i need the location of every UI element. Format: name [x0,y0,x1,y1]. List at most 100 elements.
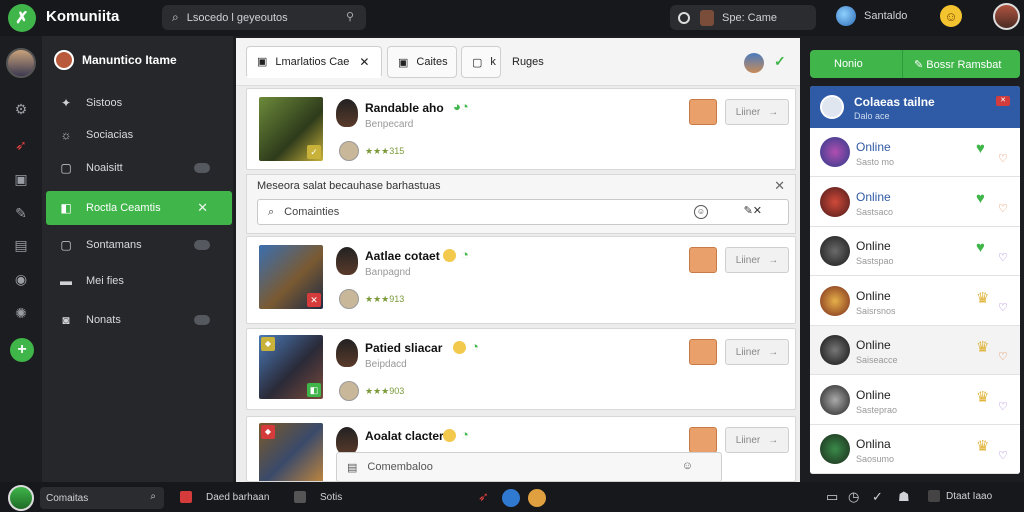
toggle-switch[interactable] [194,240,210,250]
close-icon[interactable]: ✕ [359,55,369,69]
heart-icon[interactable]: ♥ [976,239,985,256]
tab-avatar[interactable] [744,53,764,73]
target-icon[interactable]: ➶ [12,136,30,154]
badge-icon[interactable]: ◉ [12,270,30,288]
sidebar-item-roctla[interactable]: ◧ Roctla Ceamtis ✕ [46,191,232,225]
gear-icon[interactable]: ✺ [12,304,30,322]
add-tab-icon[interactable]: ✓ [774,53,786,70]
add-icon[interactable]: + [10,338,34,362]
trophy-icon[interactable]: ♛ [976,437,989,455]
sidebar-item-sontamans[interactable]: ▢ Sontamans [46,228,232,262]
message-icon[interactable]: ▭ [826,489,838,505]
bottom-avatar[interactable] [8,485,34,511]
action-button[interactable]: Liiner → [725,427,789,453]
preview-thumbnail[interactable] [689,339,717,365]
global-search-input[interactable]: ⌕ Lsocedo l geyeoutos ⚲ [162,5,366,30]
post-thumbnail[interactable]: ✕ [259,245,323,309]
heart-icon[interactable]: ♡ [998,251,1008,264]
post-card[interactable]: ◆ ◧ Patied sliacar ◔ Beipdacd ★★★903 Lii… [246,328,796,410]
user-avatar[interactable] [993,3,1020,30]
toggle-switch[interactable] [194,163,210,173]
toggle-switch[interactable] [194,315,210,325]
heart-icon[interactable]: ♡ [998,449,1008,462]
app-logo-icon[interactable]: ✗ [8,4,36,32]
post-title[interactable]: Randable aho [365,101,444,115]
tab-ruges[interactable]: Ruges [512,56,544,68]
comment-input[interactable]: ▤ Comembaloo ☺ [336,452,722,482]
preview-thumbnail[interactable] [689,99,717,125]
heart-icon[interactable]: ♡ [998,350,1008,363]
tab-k[interactable]: ▢ k [461,46,501,78]
post-title[interactable]: Patied sliacar [365,341,442,355]
bottom-search-input[interactable]: Comaitas ⌕ [40,487,164,509]
friend-row[interactable]: Online Sasto mo ♥ ♡ [810,128,1020,177]
clock-icon[interactable]: ◷ [848,489,859,505]
post-card[interactable]: ✓ Randable aho ◕◔ Benpecard ★★★315 Liine… [246,88,796,170]
check-heart-icon[interactable]: ♥ [976,140,985,157]
action-button[interactable]: Liiner → [725,339,789,365]
emoji-icon[interactable]: ☺ [940,5,962,27]
heart-icon[interactable]: ♡ [998,301,1008,314]
group-avatar[interactable] [820,95,844,119]
friend-row[interactable]: Online Sastspao ♥ ♡ [810,227,1020,276]
check-heart-icon[interactable]: ♥ [976,190,985,207]
tools-icon[interactable]: ✎✕ [744,204,762,217]
friend-row[interactable]: Online Saisrsnos ♛ ♡ [810,277,1020,326]
smile-icon[interactable] [443,249,456,262]
emoji-icon[interactable]: ☺ [682,460,693,472]
heart-icon[interactable]: ♡ [998,152,1008,165]
shield-icon[interactable] [528,489,546,507]
preview-thumbnail[interactable] [689,247,717,273]
emoji-icon[interactable]: ☺ [694,205,708,219]
pin-icon[interactable]: ✕ [197,200,208,216]
sidebar-item-sociacias[interactable]: ☼ Sociacias [46,118,232,152]
bottom-item-daed[interactable]: Daed barhaan [180,491,269,503]
tab-caites[interactable]: ▣ Caites [387,46,457,78]
post-thumbnail[interactable]: ◆ ◧ [259,423,323,481]
trophy-icon[interactable]: ♛ [976,289,989,307]
settings-icon[interactable]: ⚙ [12,100,30,118]
post-thumbnail[interactable]: ✓ [259,97,323,161]
post-title[interactable]: Aatlae cotaet [365,249,440,263]
reaction-icon[interactable]: ◔ [471,339,479,354]
post-card[interactable]: ✕ Aatlae cotaet ◔ Banpagnd ★★★913 Liiner… [246,236,796,324]
reaction-icon[interactable]: ◔ [461,427,469,442]
friend-row[interactable]: Online Sasteprao ♛ ♡ [810,376,1020,425]
sidebar-item-meifies[interactable]: ▬ Mei fies [46,264,232,298]
pin-icon[interactable]: ✓ [872,489,883,505]
sidebar-item-nonats[interactable]: ◙ Nonats [46,303,232,337]
smile-icon[interactable] [443,429,456,442]
post-title[interactable]: Aoalat clacter [365,429,444,443]
sidebar-user[interactable]: Manuntico Itame [54,50,177,70]
author-avatar[interactable] [336,339,358,367]
people-icon[interactable]: ☗ [898,489,910,505]
sidebar-item-sistoos[interactable]: ✦ Sistoos [46,86,232,120]
close-icon[interactable]: ✕ [996,96,1010,106]
rocket-icon[interactable]: ➶ [478,489,489,505]
tab-bossr[interactable]: ✎ Bossr Ramsbat [914,58,1001,71]
rail-avatar[interactable] [6,48,36,78]
reaction-icon[interactable]: ◕◔ [453,99,469,114]
status-indicator[interactable]: Santaldo [836,6,907,26]
friend-row[interactable]: Online Saiseacce ♛ ♡ [810,326,1020,375]
sidebar-item-noaisitt[interactable]: ▢ Noaisitt [46,151,232,185]
community-search-input[interactable]: ⌕ Comainties ☺ ✎✕ [257,199,789,225]
action-button[interactable]: Liiner → [725,247,789,273]
friend-row[interactable]: Online Sastsaco ♥ ♡ [810,178,1020,227]
author-avatar[interactable] [336,427,358,455]
game-selector[interactable]: Spe: Came [670,5,816,30]
microphone-icon[interactable]: ⚲ [346,10,354,23]
heart-icon[interactable]: ♡ [998,202,1008,215]
tab-lmarlatios[interactable]: ▣ Lmarlatios Cae ✕ [246,46,382,78]
action-button[interactable]: Liiner → [725,99,789,125]
tab-nonio[interactable]: Nonio [834,58,863,70]
smile-icon[interactable] [453,341,466,354]
friend-row[interactable]: Onlina Saosumo ♛ ♡ [810,425,1020,474]
bottom-item-sotis[interactable]: Sotis [294,491,342,503]
author-avatar[interactable] [336,99,358,127]
close-icon[interactable]: ✕ [774,178,785,194]
note-icon[interactable]: ▣ [12,170,30,188]
author-avatar[interactable] [336,247,358,275]
preview-thumbnail[interactable] [689,427,717,453]
wrench-icon[interactable]: ✎ [12,204,30,222]
